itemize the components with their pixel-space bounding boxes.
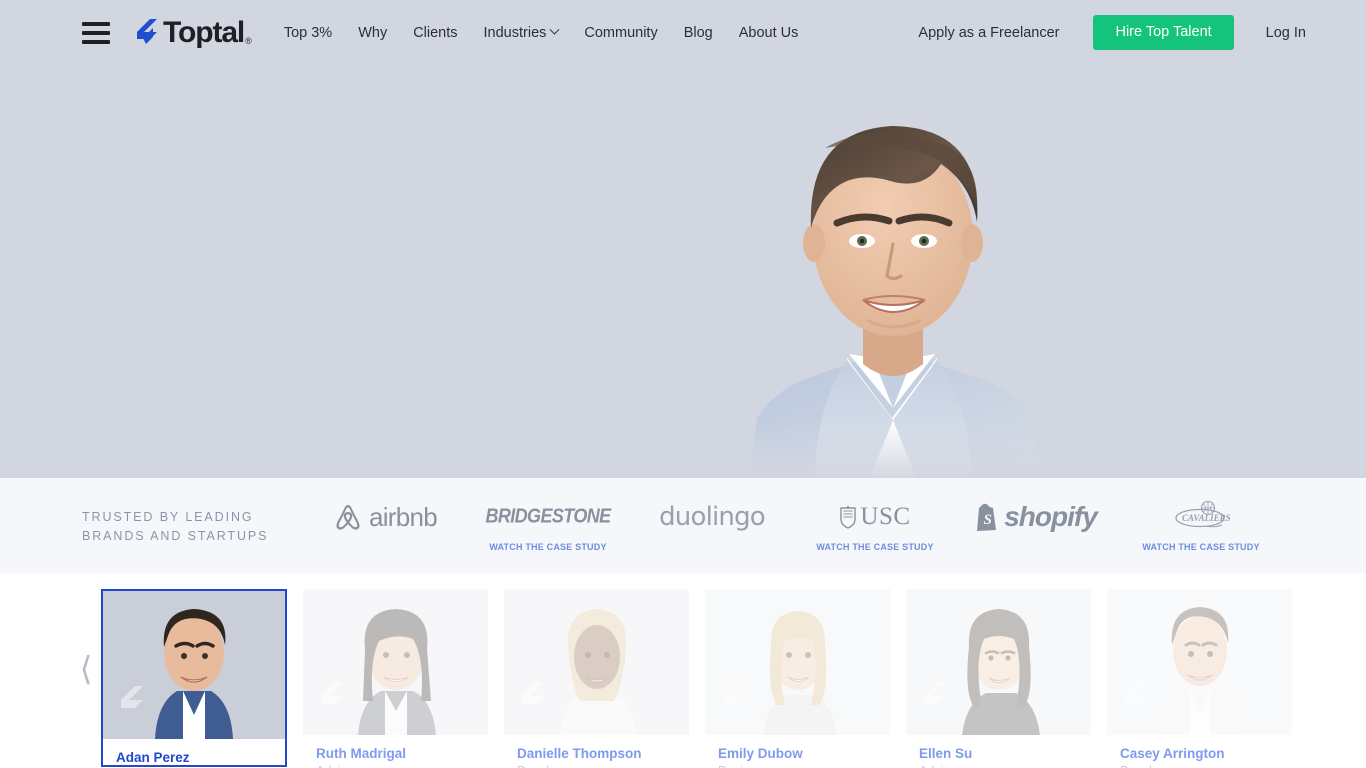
nav-item-industries[interactable]: Industries — [483, 24, 560, 41]
brand-shopify[interactable]: S shopify — [950, 478, 1120, 573]
toptal-watermark-icon — [924, 682, 946, 704]
nav-label: Community — [584, 24, 658, 41]
talent-role: Developer — [504, 761, 689, 768]
hero-section — [0, 0, 1366, 478]
trusted-brands-label: TRUSTED BY LEADING BRANDS AND STARTUPS — [82, 510, 269, 543]
talent-photo — [906, 589, 1091, 735]
usc-logo: USC — [839, 500, 910, 534]
talent-photo — [103, 591, 285, 739]
bridgestone-logo: Bridgestone — [485, 500, 611, 534]
nav-item-top3[interactable]: Top 3% — [284, 25, 332, 41]
toptal-watermark-icon — [1125, 682, 1147, 704]
hamburger-menu-icon[interactable] — [82, 21, 110, 44]
registered-mark: ® — [245, 35, 252, 46]
talent-card[interactable]: Casey Arrington Developer — [1107, 589, 1292, 768]
nav-label: About Us — [738, 24, 799, 41]
carousel-left-fade — [0, 573, 62, 768]
usc-crest-icon — [840, 505, 857, 529]
duolingo-logo: duolingo — [659, 500, 766, 534]
toptal-logo[interactable]: Toptal ® — [133, 15, 252, 49]
airbnb-wordmark: airbnb — [368, 501, 438, 532]
chevron-down-icon — [549, 24, 560, 35]
nav-item-blog[interactable]: Blog — [684, 25, 713, 41]
usc-wordmark: USC — [860, 502, 911, 530]
apply-as-freelancer-link[interactable]: Apply as a Freelancer — [918, 25, 1059, 41]
brand-usc[interactable]: USC WATCH THE CASE STUDY — [790, 478, 960, 573]
nav-item-community[interactable]: Community — [584, 25, 657, 41]
watch-case-study-cavaliers[interactable]: WATCH THE CASE STUDY — [1142, 542, 1259, 552]
shopify-logo: S shopify — [973, 500, 1098, 534]
talent-name: Casey Arrington — [1120, 746, 1225, 761]
talent-role: Developer — [1107, 761, 1292, 768]
duolingo-wordmark: duolingo — [659, 502, 766, 532]
nav-label: Blog — [683, 24, 713, 41]
talent-name: Adan Perez — [116, 750, 190, 765]
talent-name: Ruth Madrigal — [316, 746, 406, 761]
brand-bridgestone[interactable]: Bridgestone WATCH THE CASE STUDY — [463, 478, 633, 573]
brand-duolingo[interactable]: duolingo — [627, 478, 797, 573]
talent-photo — [303, 589, 488, 735]
bridgestone-text: Bridgestone — [485, 504, 611, 528]
talent-card[interactable]: Danielle Thompson Developer — [504, 589, 689, 768]
talent-photo — [1107, 589, 1292, 735]
talent-role: Advisor — [303, 761, 488, 768]
nav-item-about-us[interactable]: About Us — [739, 25, 799, 41]
talent-card[interactable]: Ellen Su Advisor — [906, 589, 1091, 768]
airbnb-mark-icon — [336, 505, 360, 530]
talent-card[interactable]: Adan Perez Designer — [101, 589, 287, 767]
svg-text:CAVALIERS: CAVALIERS — [1182, 513, 1230, 523]
hire-top-talent-button[interactable]: Hire Top Talent — [1093, 15, 1234, 50]
site-header: Toptal ® Top 3% Why Clients Industries C… — [0, 0, 1366, 65]
carousel-right-fade — [1304, 573, 1366, 768]
shopify-bag-icon: S — [977, 503, 997, 531]
header-actions: Apply as a Freelancer Hire Top Talent Lo… — [918, 15, 1306, 50]
talent-photo — [504, 589, 689, 735]
talent-name: Ellen Su — [919, 746, 973, 761]
nav-label: Industries — [483, 24, 547, 41]
trusted-brands-section: TRUSTED BY LEADING BRANDS AND STARTUPS a… — [0, 478, 1366, 573]
watch-case-study-bridgestone[interactable]: WATCH THE CASE STUDY — [489, 542, 606, 552]
nav-label: Top 3% — [283, 24, 333, 41]
watch-case-study-usc[interactable]: WATCH THE CASE STUDY — [816, 542, 933, 552]
main-navigation: Top 3% Why Clients Industries Community … — [284, 25, 799, 41]
bridgestone-wordmark: Bridgestone — [485, 504, 611, 529]
cavaliers-crest-icon: CAVALIERS — [1175, 500, 1230, 527]
nav-item-why[interactable]: Why — [358, 25, 387, 41]
log-in-link[interactable]: Log In — [1266, 25, 1306, 41]
cavaliers-logo: CAVALIERS — [1172, 500, 1230, 534]
talent-photo — [705, 589, 890, 735]
shopify-wordmark: shopify — [1004, 501, 1098, 532]
talent-role: Advisor — [906, 761, 1091, 768]
chevron-left-icon[interactable]: ⟨ — [72, 648, 100, 688]
brand-cavaliers[interactable]: CAVALIERS WATCH THE CASE STUDY — [1116, 478, 1286, 573]
nav-label: Clients — [413, 24, 458, 41]
hero-person-photo — [697, 126, 1087, 478]
toptal-watermark-icon — [321, 682, 343, 704]
talent-role: Designer — [705, 761, 890, 768]
talent-carousel: ⟨ ⟩ Adan Perez Designer — [0, 573, 1366, 768]
talent-name: Danielle Thompson — [517, 746, 642, 761]
brand-airbnb[interactable]: airbnb — [300, 478, 470, 573]
airbnb-logo: airbnb — [333, 500, 438, 534]
toptal-logo-text: Toptal — [163, 15, 245, 49]
talent-card[interactable]: Ruth Madrigal Advisor — [303, 589, 488, 768]
nav-label: Why — [358, 24, 388, 41]
toptal-watermark-icon — [121, 686, 143, 708]
toptal-watermark-icon — [723, 682, 745, 704]
talent-name: Emily Dubow — [718, 746, 803, 761]
talent-card[interactable]: Emily Dubow Designer — [705, 589, 890, 768]
svg-text:S: S — [984, 512, 992, 528]
nav-item-clients[interactable]: Clients — [413, 25, 457, 41]
toptal-watermark-icon — [522, 682, 544, 704]
toptal-mark-icon — [137, 18, 157, 44]
